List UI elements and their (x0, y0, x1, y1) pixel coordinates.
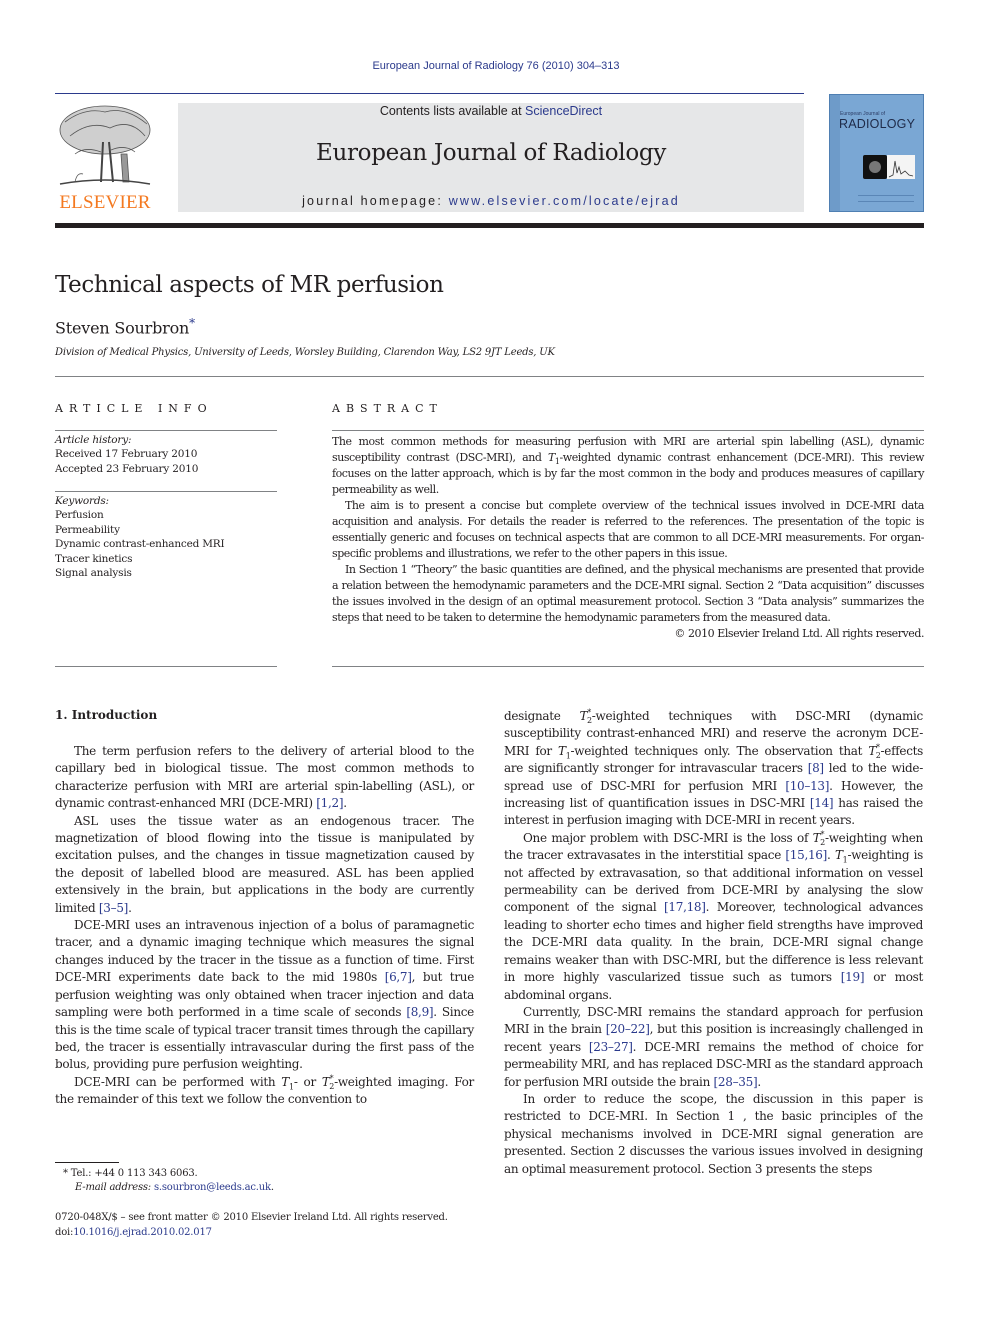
cover-title: RADIOLOGY (839, 117, 916, 131)
divider (55, 666, 277, 667)
abstract-heading: ABSTRACT (332, 402, 443, 415)
article-title: Technical aspects of MR perfusion (55, 272, 444, 298)
author-line: Steven Sourbron* (55, 316, 195, 337)
cover-spine (830, 95, 840, 211)
citation-link[interactable]: [10–13] (785, 779, 829, 793)
journal-title: European Journal of Radiology (315, 140, 667, 166)
keywords-label: Keywords: (55, 495, 109, 507)
journal-reference[interactable]: European Journal of Radiology 76 (2010) … (0, 60, 992, 72)
body-paragraph: designate T*2-weighted techniques with D… (504, 708, 923, 828)
body-column-right: designate T*2-weighted techniques with D… (504, 708, 923, 1178)
affiliation: Division of Medical Physics, University … (55, 347, 555, 358)
citation-link[interactable]: [17,18] (664, 900, 706, 914)
chart-icon (888, 160, 914, 178)
keyword: Tracer kinetics (55, 552, 133, 565)
citation-link[interactable]: [6,7] (385, 970, 412, 984)
header-thick-rule (55, 223, 924, 228)
abstract-copyright: © 2010 Elsevier Ireland Ltd. All rights … (674, 627, 924, 640)
citation-link[interactable]: [8,9] (406, 1005, 433, 1019)
body-paragraph: The term perfusion refers to the deliver… (55, 744, 474, 811)
citation-link[interactable]: [3–5] (99, 901, 128, 915)
author-footnote-mark[interactable]: * (189, 316, 195, 330)
front-matter-line: 0720-048X/$ – see front matter © 2010 El… (55, 1212, 448, 1223)
cover-line (858, 201, 914, 202)
footnote-rule (55, 1162, 119, 1163)
header-rule (55, 93, 804, 94)
tree-icon (59, 105, 151, 185)
body-paragraph: DCE-MRI uses an intravenous injection of… (55, 918, 474, 1072)
citation-link[interactable]: [23–27] (589, 1040, 633, 1054)
body-column-left: The term perfusion refers to the deliver… (55, 743, 474, 1109)
body-paragraph: ASL uses the tissue water as an endogeno… (55, 813, 474, 915)
abstract-body: The most common methods for measuring pe… (332, 434, 924, 642)
abstract-paragraph: In Section 1 “Theory” the basic quantiti… (332, 563, 924, 624)
homepage-line: journal homepage: www.elsevier.com/locat… (302, 194, 680, 208)
footnote-telephone: * Tel.: +44 0 113 343 6063. (63, 1168, 198, 1179)
journal-banner: Contents lists available at ScienceDirec… (178, 103, 804, 212)
keyword: Perfusion (55, 509, 104, 522)
abstract-paragraph: The most common methods for measuring pe… (332, 435, 924, 496)
footnote-email: E-mail address: s.sourbron@leeds.ac.uk. (75, 1182, 274, 1193)
citation-link[interactable]: [1,2] (316, 796, 343, 810)
doi-link[interactable]: 10.1016/j.ejrad.2010.02.017 (73, 1227, 212, 1238)
divider (55, 376, 924, 377)
abstract-paragraph: The aim is to present a concise but comp… (332, 499, 924, 560)
homepage-link[interactable]: www.elsevier.com/locate/ejrad (449, 194, 680, 208)
keyword: Permeability (55, 523, 120, 536)
citation-link[interactable]: [28–35] (714, 1075, 758, 1089)
divider (55, 430, 277, 431)
divider (55, 491, 277, 492)
body-paragraph: Currently, DSC-MRI remains the standard … (504, 1004, 923, 1089)
doi-line: doi:10.1016/j.ejrad.2010.02.017 (55, 1227, 212, 1238)
article-history: Article history: Received 17 February 20… (55, 433, 277, 476)
email-link[interactable]: s.sourbron@leeds.ac.uk (154, 1182, 271, 1193)
journal-cover[interactable]: European Journal of RADIOLOGY (829, 94, 924, 212)
cover-line (858, 195, 914, 196)
citation-link[interactable]: [8] (808, 761, 824, 775)
history-label: Article history: (55, 434, 132, 446)
citation-link[interactable]: [15,16] (785, 848, 827, 862)
keyword: Signal analysis (55, 567, 132, 580)
citation-link[interactable]: [14] (810, 796, 834, 810)
keywords: Keywords: Perfusion Permeability Dynamic… (55, 494, 277, 580)
elsevier-wordmark: ELSEVIER (59, 192, 151, 213)
body-paragraph: In order to reduce the scope, the discus… (504, 1091, 923, 1176)
body-paragraph: One major problem with DSC-MRI is the lo… (504, 829, 923, 1002)
accepted-date: Accepted 23 February 2010 (55, 462, 199, 475)
section-heading: 1. Introduction (55, 708, 158, 722)
citation-link[interactable]: [19] (841, 970, 865, 984)
elsevier-logo[interactable]: ELSEVIER (55, 102, 155, 214)
body-paragraph: DCE-MRI can be performed with T1- or T*2… (55, 1073, 474, 1107)
keyword: Dynamic contrast-enhanced MRI (55, 538, 225, 551)
contents-line: Contents lists available at ScienceDirec… (379, 104, 603, 118)
article-info-heading: ARTICLE INFO (55, 402, 213, 415)
sciencedirect-link[interactable]: ScienceDirect (525, 104, 602, 118)
divider (332, 430, 924, 431)
brain-scan-image (863, 155, 887, 179)
author-name: Steven Sourbron (55, 318, 190, 338)
signal-curve-image (887, 155, 915, 179)
citation-link[interactable]: [20–22] (606, 1022, 650, 1036)
divider (332, 666, 924, 667)
received-date: Received 17 February 2010 (55, 448, 198, 461)
